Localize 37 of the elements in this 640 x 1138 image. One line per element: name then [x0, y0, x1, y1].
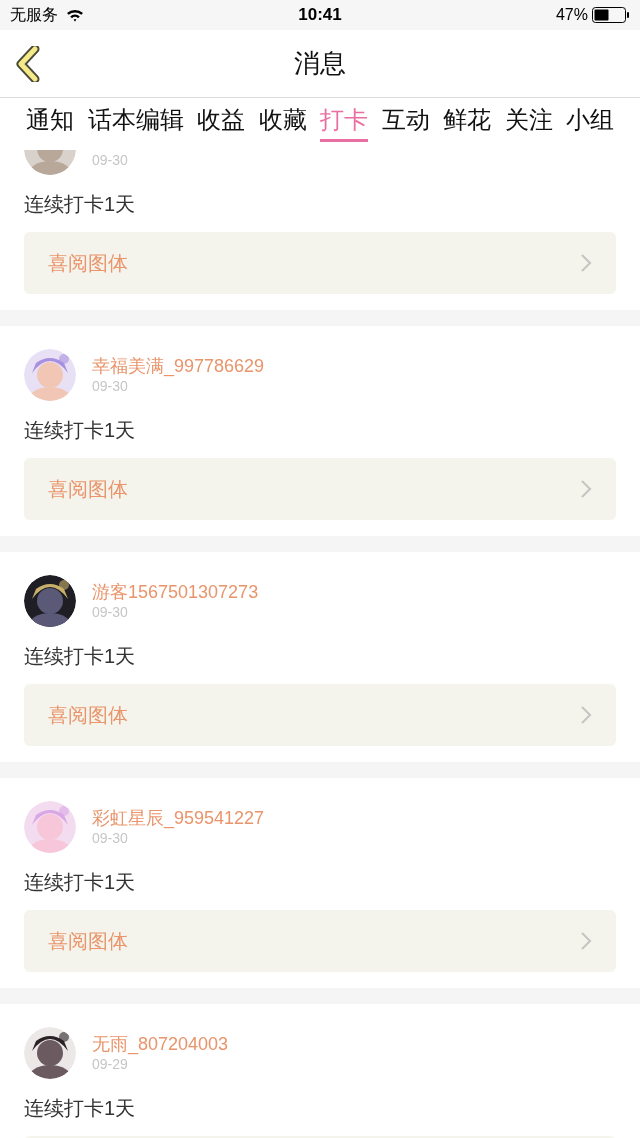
tab[interactable]: 打卡: [320, 104, 368, 142]
post-text: 连续打卡1天: [24, 644, 137, 669]
chevron-right-icon: [580, 479, 592, 499]
chevron-right-icon: [580, 253, 592, 273]
page-title: 消息: [294, 47, 346, 80]
post-date: 09-30: [92, 603, 129, 621]
tab[interactable]: 鲜花: [443, 104, 491, 142]
user-name[interactable]: 无雨_807204003: [92, 1033, 229, 1055]
chevron-right-icon: [580, 705, 592, 725]
user-name[interactable]: 游客1567501307273: [92, 581, 259, 603]
post-date: 09-30: [92, 829, 129, 847]
tab[interactable]: 收益: [197, 104, 245, 142]
user-name[interactable]: 彩虹星辰_959541227: [92, 807, 265, 829]
chevron-right-icon: [580, 931, 592, 951]
wifi-icon: [66, 8, 84, 22]
tab[interactable]: 关注: [504, 104, 553, 142]
book-link[interactable]: 喜阅图体: [24, 910, 616, 972]
post-date: 09-30: [92, 151, 128, 169]
post-text: 连续打卡1天: [24, 192, 137, 217]
post-date: 09-29: [92, 1055, 129, 1073]
book-link[interactable]: 喜阅图体: [24, 232, 616, 294]
tab[interactable]: 话本编辑: [87, 104, 184, 142]
tab[interactable]: 收藏: [258, 104, 307, 142]
battery-icon: [592, 6, 630, 24]
post-text: 连续打卡1天: [24, 1096, 137, 1121]
tab[interactable]: 互动: [381, 104, 430, 142]
clock-text: 10:41: [298, 4, 342, 27]
book-link[interactable]: 喜阅图体: [24, 458, 616, 520]
carrier-text: 无服务: [10, 5, 58, 25]
tab[interactable]: 小组: [566, 104, 614, 142]
tab[interactable]: 通知: [26, 104, 74, 142]
book-link[interactable]: 喜阅图体: [24, 684, 616, 746]
post-date: 09-30: [92, 377, 129, 395]
user-name[interactable]: 幸福美满_997786629: [92, 355, 265, 377]
battery-percent: 47%: [555, 5, 588, 25]
post-text: 连续打卡1天: [24, 870, 137, 895]
post-text: 连续打卡1天: [24, 418, 137, 443]
